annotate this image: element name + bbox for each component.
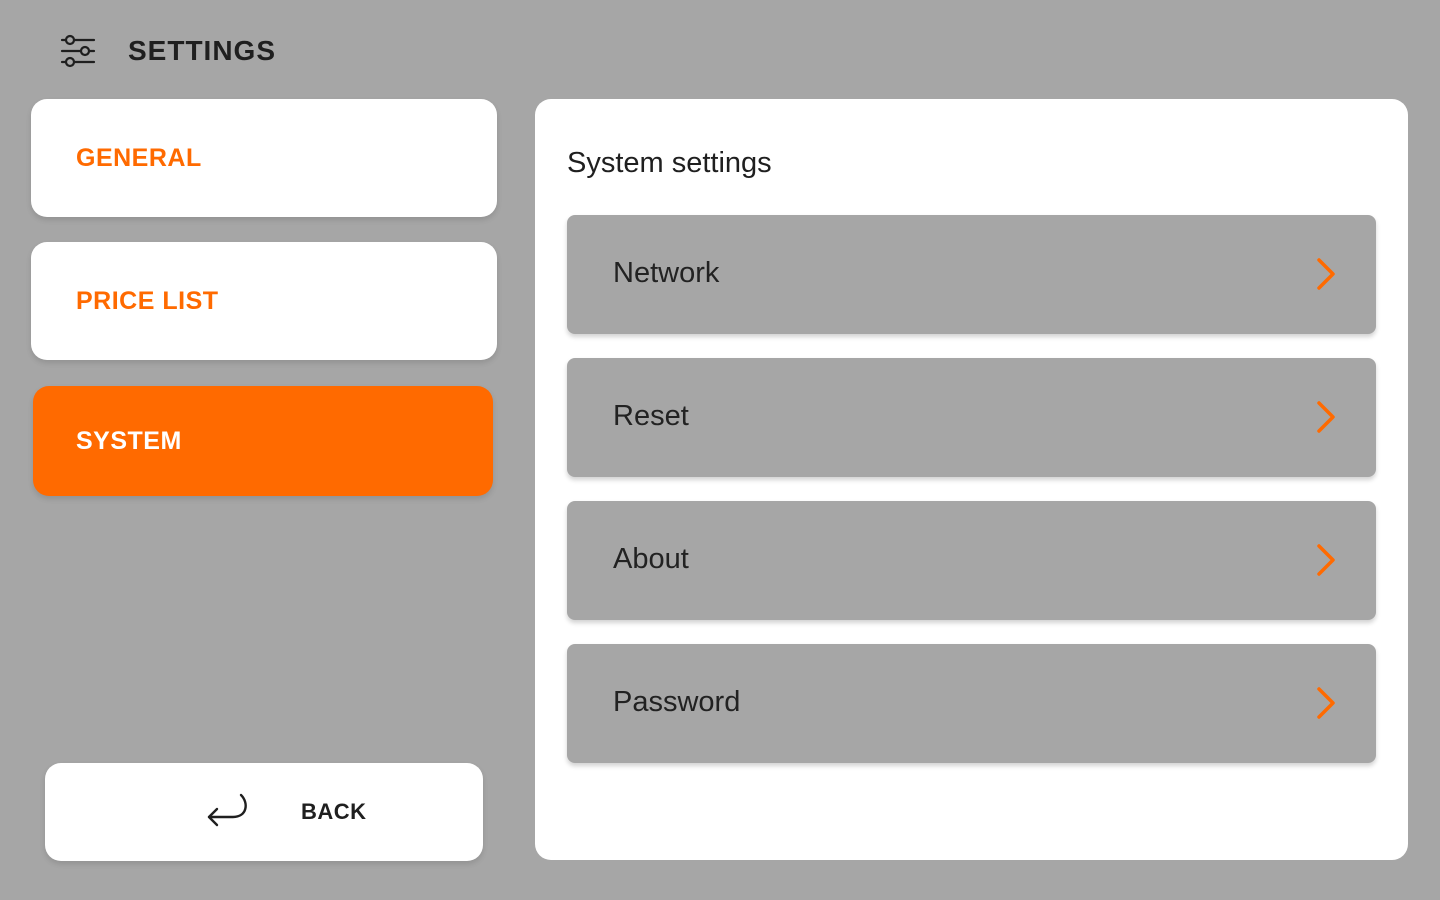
chevron-right-icon [1314,543,1338,577]
system-settings-panel: System settings Network Reset About Pass… [535,99,1408,860]
settings-sliders-icon [58,31,98,71]
chevron-right-icon [1314,400,1338,434]
chevron-right-icon [1314,257,1338,291]
row-label: Network [613,257,720,289]
row-label: Reset [613,400,689,432]
nav-item-general[interactable]: GENERAL [31,99,497,217]
chevron-right-icon [1314,686,1338,720]
panel-title: System settings [567,147,772,179]
nav-item-price-list[interactable]: PRICE LIST [31,242,497,360]
return-arrow-icon [203,791,253,835]
settings-row-reset[interactable]: Reset [567,358,1376,477]
page-title: SETTINGS [128,35,277,66]
header: SETTINGS [58,28,276,74]
back-label: BACK [301,799,367,824]
nav-item-label: PRICE LIST [76,286,219,315]
nav-item-label: GENERAL [76,143,202,172]
row-label: About [613,543,689,575]
settings-row-password[interactable]: Password [567,644,1376,763]
settings-screen: SETTINGS GENERAL PRICE LIST SYSTEM BACK … [0,0,1440,900]
row-label: Password [613,686,741,718]
nav-item-system[interactable]: SYSTEM [33,386,493,496]
settings-row-network[interactable]: Network [567,215,1376,334]
nav-item-label: SYSTEM [76,426,182,455]
back-button[interactable]: BACK [45,763,483,861]
settings-row-about[interactable]: About [567,501,1376,620]
